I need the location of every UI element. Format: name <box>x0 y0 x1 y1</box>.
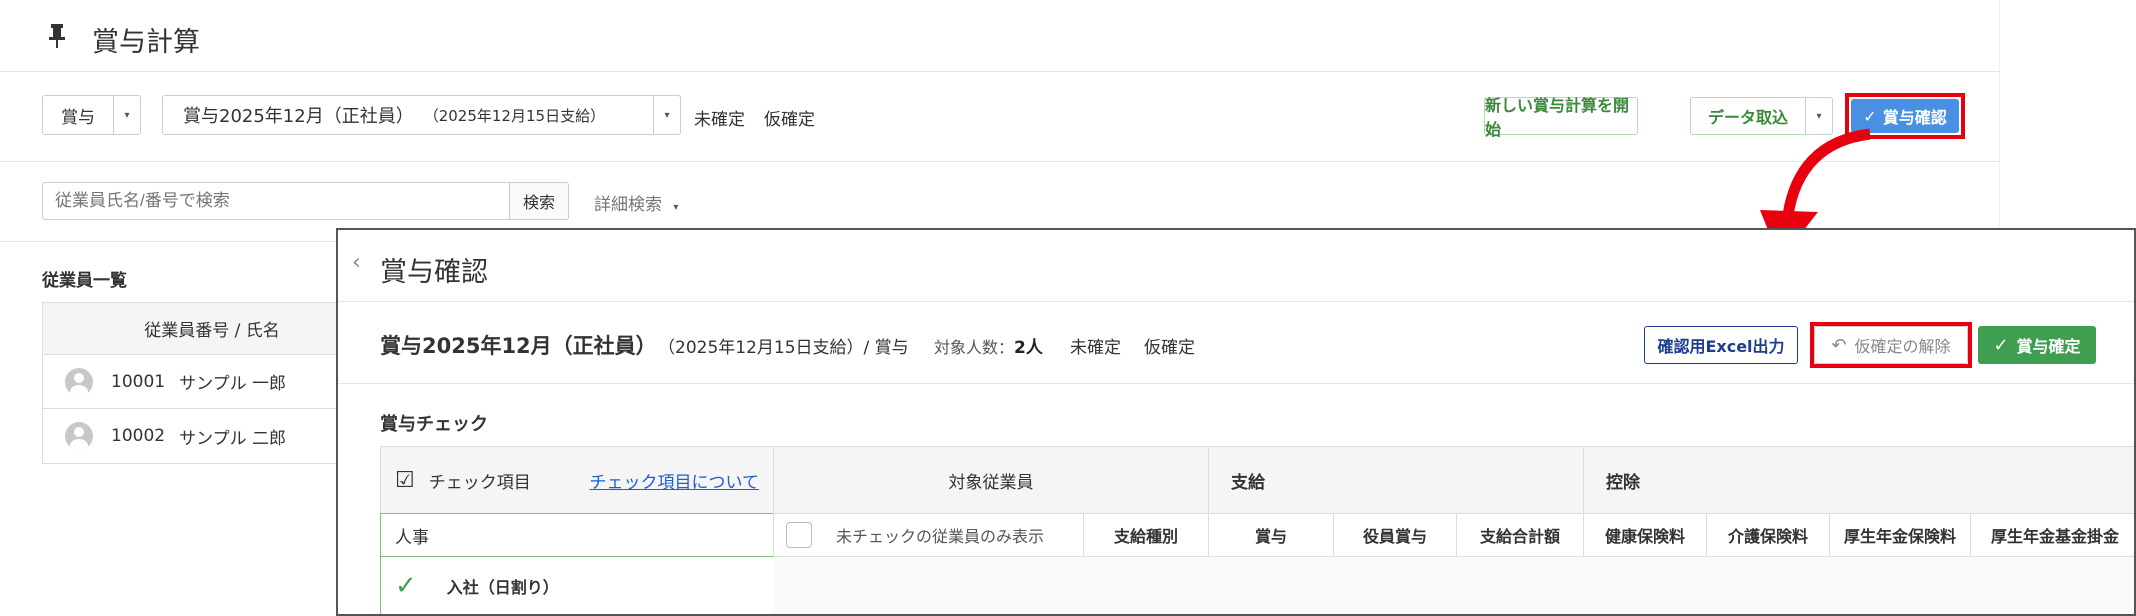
check-items-header: ☑ チェック項目 チェック項目について <box>380 446 774 514</box>
target-count-value: 2人 <box>1014 338 1043 358</box>
check-item-label: 入社（日割り） <box>446 578 559 597</box>
avatar-icon <box>65 422 93 450</box>
back-chevron-icon[interactable]: ‹ <box>352 250 361 275</box>
period-select-sub: （2025年12月15日支給） <box>423 106 606 125</box>
target-count-label: 対象人数： <box>934 338 1015 357</box>
employee-name: サンプル 二郎 <box>179 428 286 449</box>
target-employees-header: 対象従業員 <box>773 446 1209 514</box>
employee-search-input[interactable] <box>42 182 510 220</box>
period-select-dropdown[interactable]: ▾ <box>653 95 681 135</box>
advanced-search-label: 詳細検索 <box>594 195 662 215</box>
panel-info-bar: 賞与2025年12月（正社員） （2025年12月15日支給）/ 賞与 対象人数… <box>338 302 2134 384</box>
employee-list-title: 従業員一覧 <box>42 271 127 291</box>
check-icon: ✓ <box>1993 334 2009 356</box>
avatar-icon <box>65 367 93 396</box>
empty-data-area <box>773 556 2134 614</box>
hr-category-row: 人事 <box>380 513 774 557</box>
checklist-icon: ☑ <box>395 467 415 493</box>
status-provisional: 仮確定 <box>1144 338 1195 358</box>
page-title: 賞与計算 <box>92 27 200 58</box>
column-header: 介護保険料 <box>1706 513 1830 557</box>
employee-name: サンプル 一郎 <box>179 374 286 394</box>
list-item[interactable]: 10002 サンプル 二郎 <box>43 409 341 463</box>
new-bonus-calc-button[interactable]: 新しい賞与計算を開始 <box>1484 96 1638 139</box>
status-unconfirmed: 未確定 <box>1070 338 1121 358</box>
column-header: 健康保険料 <box>1583 513 1707 557</box>
check-table: ☑ チェック項目 チェック項目について 対象従業員 支給 控除 人事 未チェック… <box>380 446 2134 614</box>
check-item-row[interactable]: ✓ 入社（日割り） <box>380 556 774 614</box>
column-header: 厚生年金保険料 <box>1829 513 1971 557</box>
bonus-finalize-label: 賞与確定 <box>2016 337 2081 356</box>
type-select-value: 賞与 <box>61 107 95 128</box>
type-select[interactable]: 賞与 <box>42 95 114 135</box>
period-select-value: 賞与2025年12月（正社員） <box>183 106 414 127</box>
advanced-search-toggle[interactable]: 詳細検索 ▾ <box>594 190 678 215</box>
search-button[interactable]: 検索 <box>509 182 569 220</box>
check-icon: ✓ <box>395 571 417 601</box>
highlight-frame <box>1810 322 1972 368</box>
check-items-label: チェック項目 <box>428 472 531 493</box>
panel-title: 賞与確認 <box>380 257 488 288</box>
pin-icon <box>48 24 66 56</box>
unchecked-only-filter[interactable]: 未チェックの従業員のみ表示 <box>773 513 1084 557</box>
payment-header: 支給 <box>1208 446 1584 514</box>
bonus-confirm-panel: ‹ 賞与確認 賞与2025年12月（正社員） （2025年12月15日支給）/ … <box>336 228 2136 616</box>
check-section-title: 賞与チェック <box>380 414 488 435</box>
column-header: 厚生年金基金掛金 <box>1970 513 2134 557</box>
type-select-dropdown[interactable]: ▾ <box>113 95 141 135</box>
target-count: 対象人数：2人 <box>934 333 1043 358</box>
check-items-help-link[interactable]: チェック項目について <box>590 468 760 493</box>
excel-export-button[interactable]: 確認用Excel出力 <box>1644 326 1798 364</box>
column-header: 賞与 <box>1208 513 1334 557</box>
employee-id: 10002 <box>111 426 166 446</box>
column-header: 役員賞与 <box>1333 513 1457 557</box>
column-header: 支給合計額 <box>1456 513 1584 557</box>
employee-list: 従業員番号 / 氏名 10001 サンプル 一郎 10002 サンプル 二郎 <box>42 302 342 464</box>
caret-down-icon: ▾ <box>664 109 670 121</box>
employee-id: 10001 <box>111 371 166 392</box>
page-header: 賞与計算 <box>0 0 2000 72</box>
status-unconfirmed: 未確定 <box>694 110 745 130</box>
employee-list-header: 従業員番号 / 氏名 <box>43 303 341 355</box>
bonus-name: 賞与2025年12月（正社員） <box>380 334 657 358</box>
status-provisional: 仮確定 <box>764 110 815 130</box>
panel-header: ‹ 賞与確認 <box>338 230 2134 302</box>
bonus-finalize-button[interactable]: ✓ 賞与確定 <box>1978 326 2096 364</box>
caret-down-icon: ▾ <box>124 109 130 121</box>
deduction-header: 控除 <box>1583 446 2134 514</box>
caret-down-icon: ▾ <box>673 202 679 213</box>
unchecked-only-label: 未チェックの従業員のみ表示 <box>836 527 1045 546</box>
unchecked-only-checkbox[interactable] <box>786 522 812 548</box>
list-item[interactable]: 10001 サンプル 一郎 <box>43 355 341 409</box>
bonus-sub: （2025年12月15日支給）/ 賞与 <box>658 338 909 358</box>
period-select[interactable]: 賞与2025年12月（正社員） （2025年12月15日支給） <box>162 95 654 135</box>
payment-type-header: 支給種別 <box>1083 513 1209 557</box>
